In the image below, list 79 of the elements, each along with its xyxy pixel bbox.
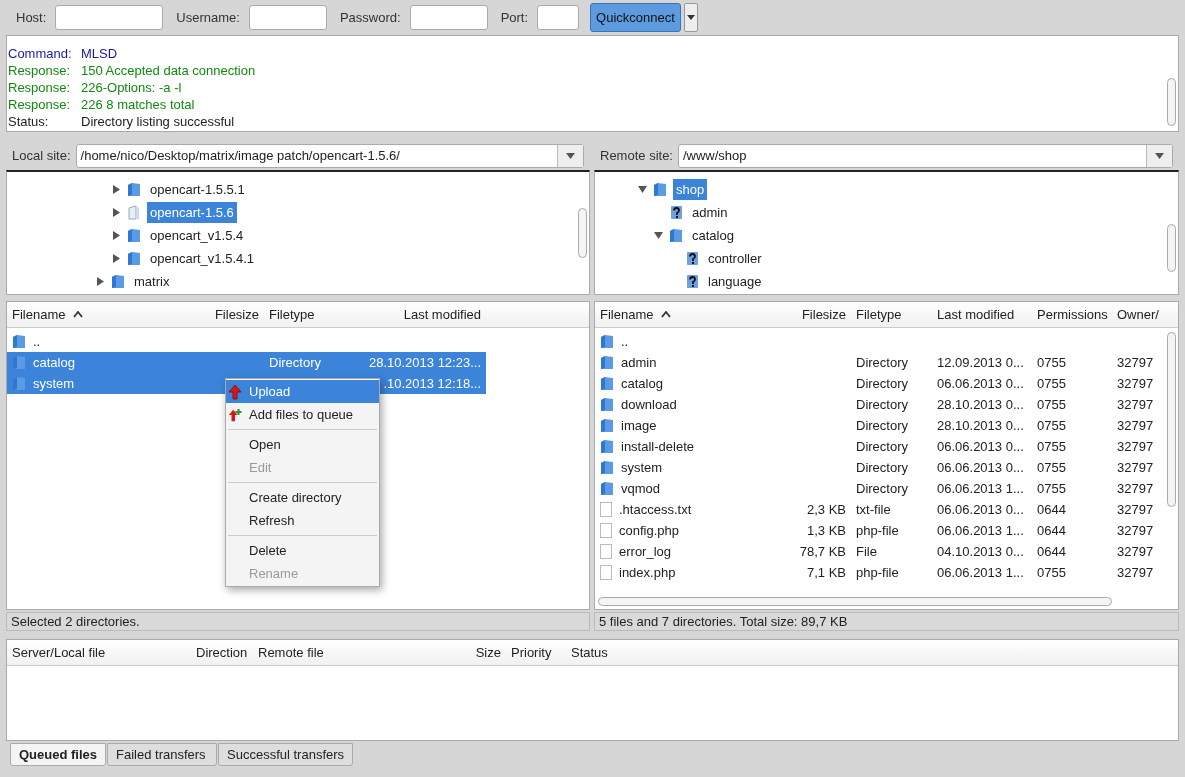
table-cell-text: 32797: [1117, 416, 1154, 435]
table-cell-text: install-delete: [621, 437, 694, 456]
table-cell-text: 32797: [1117, 395, 1154, 414]
table-cell-text: 32797: [1117, 542, 1154, 561]
table-cell-text: 0644: [1037, 542, 1066, 561]
table-cell-text: 06.06.2013 0...: [937, 374, 1024, 393]
table-cell-text: txt-file: [856, 500, 891, 519]
table-cell-text: Directory: [856, 437, 908, 456]
table-cell-text: 0644: [1037, 500, 1066, 519]
table-cell-text: 0755: [1037, 437, 1066, 456]
table-cell-text: .10.2013 12:18...: [383, 374, 481, 393]
table-cell-text: 7,1 KB: [806, 563, 846, 582]
log-message: Directory listing successful: [81, 112, 235, 131]
table-cell-text: Directory: [856, 479, 908, 498]
table-cell-text: 0755: [1037, 395, 1066, 414]
table-cell-text: catalog: [621, 374, 663, 393]
table-cell-text: ..: [621, 332, 629, 351]
table-cell-text: 32797: [1117, 521, 1154, 540]
table-cell-text: 28.10.2013 0...: [937, 416, 1024, 435]
table-cell-text: 32797: [1117, 458, 1154, 477]
table-cell-text: 06.06.2013 0...: [937, 500, 1024, 519]
table-cell-text: Directory: [856, 458, 908, 477]
table-cell-text: 0755: [1037, 458, 1066, 477]
site-label: Remote site:: [600, 147, 673, 166]
table-cell-text: Directory: [856, 416, 908, 435]
table-cell-text: Directory: [856, 395, 908, 414]
field-label: Username:: [176, 8, 240, 27]
table-cell-text: 0755: [1037, 479, 1066, 498]
field-label: Password:: [339, 8, 401, 27]
table-cell-text: 06.06.2013 1...: [937, 563, 1024, 582]
table-cell-text: 1,3 KB: [806, 521, 846, 540]
log-message: 226-Options: -a -l: [81, 78, 182, 97]
field-label: Host:: [16, 8, 47, 27]
table-cell-text: 0644: [1037, 521, 1066, 540]
table-cell-text: system: [621, 458, 663, 477]
table-cell-text: 0755: [1037, 416, 1066, 435]
site-label: Local site:: [12, 147, 71, 166]
table-cell-text: 2,3 KB: [806, 500, 846, 519]
log-message: MLSD: [81, 44, 118, 63]
table-cell-text: 32797: [1117, 374, 1154, 393]
log-message: 150 Accepted data connection: [81, 61, 256, 80]
table-cell-text: 12.09.2013 0...: [937, 353, 1024, 372]
table-cell-text: 06.06.2013 0...: [937, 437, 1024, 456]
table-cell-text: admin: [621, 353, 657, 372]
status-bar: 5 files and 7 directories. Total size: 89,7 KB: [594, 612, 1179, 631]
table-cell-text: vqmod: [621, 479, 661, 498]
table-cell-text: 28.10.2013 0...: [937, 395, 1024, 414]
table-cell-text: php-file: [856, 563, 899, 582]
table-cell-text: Directory: [856, 374, 908, 393]
table-cell-text: 06.06.2013 1...: [937, 521, 1024, 540]
table-cell-text: 28.10.2013 12:23...: [368, 353, 481, 372]
table-cell-text: 32797: [1117, 353, 1154, 372]
table-cell-text: ..: [33, 332, 41, 351]
table-cell-text: 78,7 KB: [799, 542, 846, 561]
table-cell-text: .htaccess.txt: [619, 500, 692, 519]
table-cell-text: 0755: [1037, 374, 1066, 393]
table-cell-text: Directory: [856, 353, 908, 372]
table-cell-text: 32797: [1117, 437, 1154, 456]
table-cell-text: 06.06.2013 0...: [937, 458, 1024, 477]
table-cell-text: system: [33, 374, 75, 393]
table-cell-text: 32797: [1117, 563, 1154, 582]
table-cell-text: 04.10.2013 0...: [937, 542, 1024, 561]
table-cell-text: Directory: [269, 353, 321, 372]
table-cell-text: 32797: [1117, 500, 1154, 519]
table-cell-text: image: [621, 416, 657, 435]
table-cell-text: index.php: [619, 563, 676, 582]
table-cell-text: 0755: [1037, 563, 1066, 582]
status-bar: Selected 2 directories.: [6, 612, 590, 631]
table-cell-text: config.php: [619, 521, 679, 540]
table-cell-text: File: [856, 542, 877, 561]
table-cell-text: 06.06.2013 1...: [937, 479, 1024, 498]
table-cell-text: 0755: [1037, 353, 1066, 372]
log-message: 226 8 matches total: [81, 95, 195, 114]
table-cell-text: 32797: [1117, 479, 1154, 498]
field-label: Port:: [500, 8, 529, 27]
table-cell-text: download: [621, 395, 677, 414]
table-cell-text: php-file: [856, 521, 899, 540]
table-cell-text: catalog: [33, 353, 75, 372]
table-cell-text: error_log: [619, 542, 672, 561]
